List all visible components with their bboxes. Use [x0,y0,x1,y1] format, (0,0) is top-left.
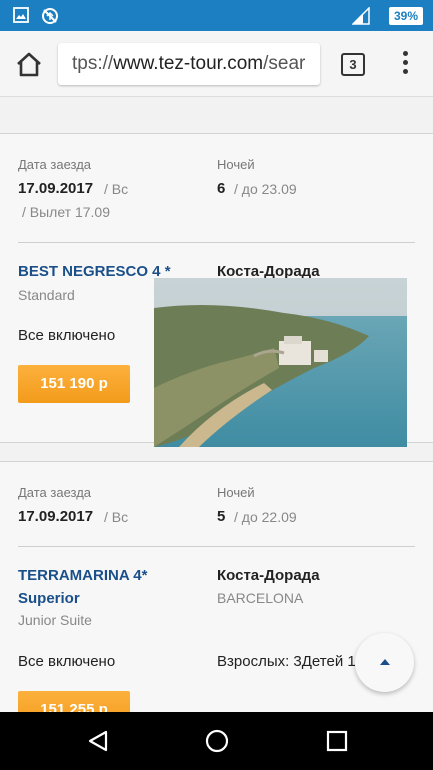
nights-label: Ночей [217,157,255,172]
departure-info: / Вылет 17.09 [22,204,111,220]
browser-toolbar: tps://www.tez-tour.com/sear 3 [0,31,433,97]
signal-icon [352,7,370,25]
hotel-category[interactable]: Superior [18,590,80,607]
checkin-label: Дата заезда [18,485,92,500]
guests-info: Взрослых: 3Детей 1 [217,653,356,670]
nights-label: Ночей [217,485,255,500]
more-menu-icon[interactable] [398,51,412,79]
battery-icon: 39% [389,7,423,25]
room-type: Junior Suite [18,612,92,628]
price-button[interactable]: 151 255 р [18,691,130,712]
home-nav-icon[interactable] [203,727,231,755]
divider [18,546,415,547]
checkin-date: 17.09.2017 [18,180,94,197]
room-type: Standard [18,287,75,303]
caret-up-icon [380,659,390,665]
status-bar: 39% [0,0,433,31]
recents-icon[interactable] [323,727,351,755]
hotel-name-link[interactable]: BEST NEGRESCO 4 * [18,263,171,280]
divider [18,242,415,243]
url-host: www.tez-tour.com [113,53,264,74]
back-icon[interactable] [84,727,112,755]
nights-until: / до 23.09 [234,181,297,197]
hotel-photo[interactable] [154,278,407,447]
nights-count: 6 [217,180,226,197]
checkin-day: / Вс [104,181,129,197]
scroll-to-top-button[interactable] [355,633,414,692]
city-name: BARCELONA [217,590,304,606]
checkin-label: Дата заезда [18,157,92,172]
system-nav-bar [0,712,433,770]
no-sync-icon [42,8,58,24]
nights-count: 5 [217,508,226,525]
search-results[interactable]: Дата заезда 17.09.2017 / Вс / Вылет 17.0… [0,97,433,712]
checkin-date: 17.09.2017 [18,508,94,525]
tab-switcher-button[interactable]: 3 [341,53,365,76]
home-icon[interactable] [14,50,44,78]
url-path: /sear [263,53,306,74]
checkin-day: / Вс [104,509,129,525]
region-name: Коста-Дорада [217,567,320,584]
url-scheme: tps:// [72,53,114,74]
price-button[interactable]: 151 190 р [18,365,130,403]
nights-until: / до 22.09 [234,509,297,525]
hotel-name-link[interactable]: TERRAMARINA 4* [18,567,147,584]
image-icon [13,7,29,23]
meal-plan: Все включено [18,653,116,670]
meal-plan: Все включено [18,327,116,344]
url-bar[interactable]: tps://www.tez-tour.com/sear [58,43,320,85]
